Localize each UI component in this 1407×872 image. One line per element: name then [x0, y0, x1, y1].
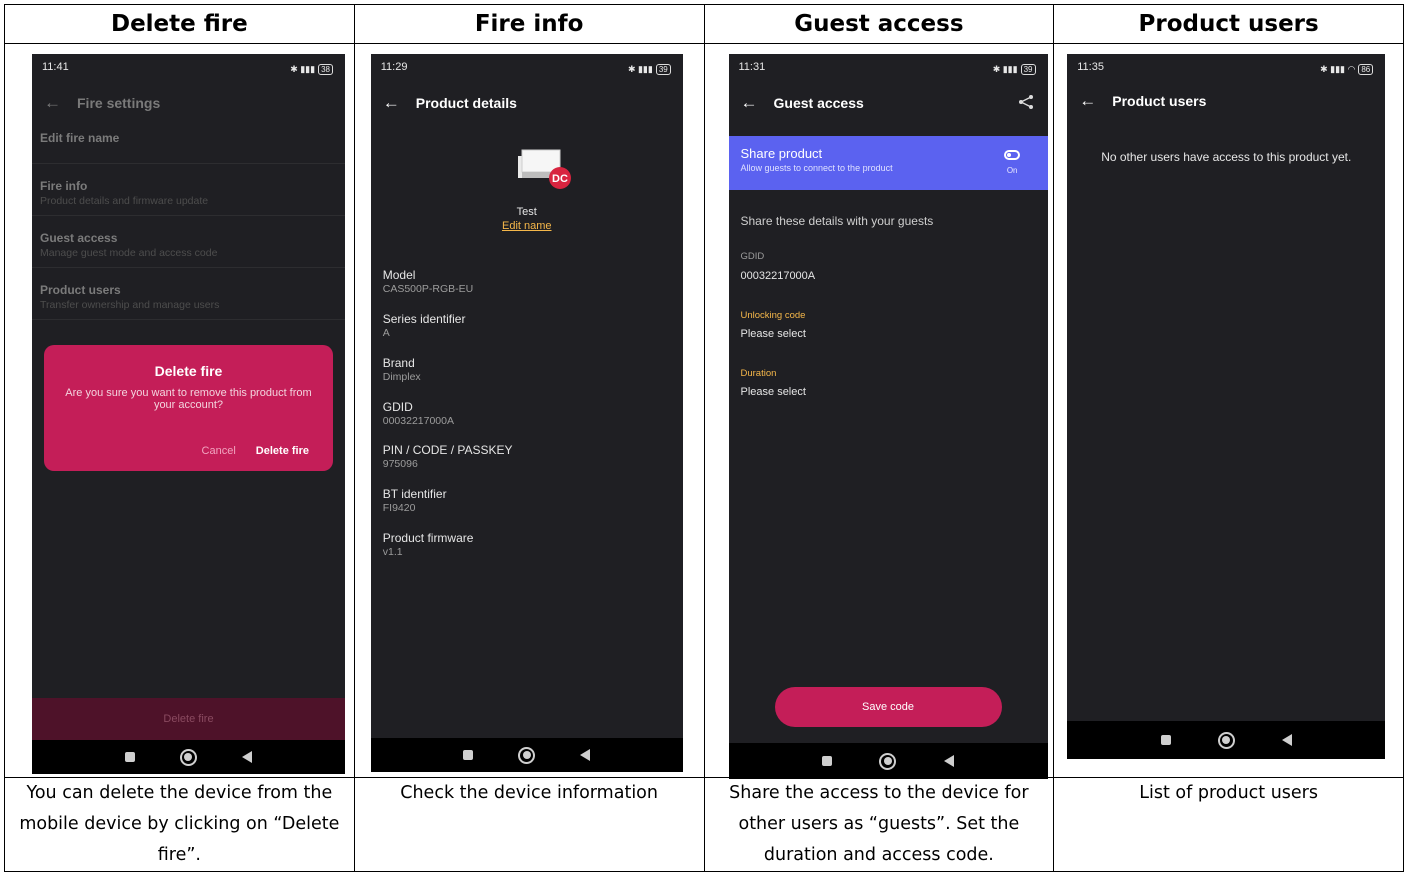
app-bar: ← Guest access	[741, 90, 1036, 116]
settings-menu: Edit fire name Fire info Product details…	[32, 126, 345, 320]
back-icon[interactable]	[943, 755, 954, 767]
save-code-button[interactable]: Save code	[774, 687, 1002, 727]
system-nav-bar	[370, 738, 683, 772]
back-icon[interactable]	[580, 749, 591, 761]
gdid-label: GDID	[740, 251, 765, 262]
home-icon[interactable]	[179, 748, 197, 766]
status-bar: 11:31 ✱ ▮▮▮ 39	[739, 61, 1036, 77]
phone-screen-product-users: 11:35 ✱ ▮▮▮ ◠ 86 ← Product users No other…	[1067, 54, 1386, 759]
phone-screen-fire-info: 11:29 ✱ ▮▮▮ 39 ← Product details DC Test …	[370, 54, 683, 772]
field-brand: Brand Dimplex	[382, 356, 421, 383]
recents-icon[interactable]	[1160, 735, 1171, 745]
app-bar: ← Product details	[383, 90, 671, 116]
delete-dialog: Delete fire Are you sure you want to rem…	[44, 345, 333, 471]
phone-screen-delete-fire: 11:41 ✱ ▮▮▮ 38 ← Fire settings Edit fire …	[32, 54, 345, 774]
back-icon[interactable]	[242, 751, 253, 763]
toggle-label: On	[1006, 166, 1018, 175]
dialog-message: Are you sure you want to remove this pro…	[65, 387, 312, 411]
caption-delete-fire: You can delete the device from the mobil…	[4, 777, 355, 872]
screenshot-cell-product-users: 11:35 ✱ ▮▮▮ ◠ 86 ← Product users No other…	[1053, 43, 1404, 778]
home-icon[interactable]	[518, 746, 536, 764]
duration-select[interactable]: Please select	[741, 386, 806, 398]
back-arrow-icon[interactable]: ←	[741, 93, 758, 113]
share-product-row[interactable]: Share product Allow guests to connect to…	[728, 136, 1048, 190]
share-product-subtitle: Allow guests to connect to the product	[740, 163, 893, 173]
menu-item-fire-info[interactable]: Fire info Product details and firmware u…	[32, 164, 345, 216]
phone-screen-guest-access: 11:31 ✱ ▮▮▮ 39 ← Guest access Share produ…	[728, 54, 1048, 779]
menu-item-guest-access[interactable]: Guest access Manage guest mode and acces…	[32, 216, 345, 268]
menu-item-product-users[interactable]: Product users Transfer ownership and man…	[32, 268, 345, 320]
page-title: Product users	[1112, 93, 1207, 109]
share-icon[interactable]	[1018, 94, 1034, 110]
unlocking-code-select[interactable]: Please select	[741, 328, 806, 340]
comparison-table: Delete fire Fire info Guest access Produ…	[4, 4, 1404, 872]
recents-icon[interactable]	[124, 752, 135, 762]
battery-icon: 39	[1020, 63, 1036, 75]
home-icon[interactable]	[879, 752, 897, 770]
signal-icon: ✱ ▮▮▮	[992, 63, 1018, 74]
status-time: 11:29	[380, 61, 408, 73]
status-bar: 11:35 ✱ ▮▮▮ ◠ 86	[1077, 61, 1374, 77]
screenshot-cell-fire-info: 11:29 ✱ ▮▮▮ 39 ← Product details DC Test …	[353, 43, 705, 778]
share-product-title: Share product	[740, 146, 823, 161]
system-nav-bar	[1067, 721, 1386, 759]
field-series-identifier: Series identifier A	[382, 312, 466, 339]
app-bar: ← Product users	[1079, 88, 1373, 114]
back-arrow-icon[interactable]: ←	[383, 93, 400, 113]
edit-name-link[interactable]: Edit name	[371, 220, 683, 232]
menu-item-edit-fire-name[interactable]: Edit fire name	[32, 126, 345, 164]
dialog-title: Delete fire	[154, 363, 223, 379]
product-name: Test	[516, 206, 537, 218]
column-header-fire-info: Fire info	[353, 4, 705, 44]
caption-guest-access: Share the access to the device for other…	[703, 777, 1055, 872]
field-gdid: GDID 00032217000A	[382, 400, 454, 427]
back-arrow-icon[interactable]: ←	[1079, 91, 1096, 111]
page-title: Guest access	[773, 95, 864, 111]
status-time: 11:31	[738, 61, 766, 73]
page-title: Fire settings	[77, 95, 161, 111]
svg-text:DC: DC	[552, 173, 568, 185]
share-heading: Share these details with your guests	[740, 214, 934, 228]
screenshot-cell-guest-access: 11:31 ✱ ▮▮▮ 39 ← Guest access Share produ…	[703, 43, 1055, 779]
page-title: Product details	[415, 95, 517, 111]
column-header-guest-access: Guest access	[703, 4, 1055, 44]
battery-icon: 38	[318, 63, 333, 75]
field-product-firmware: Product firmware v1.1	[382, 531, 474, 558]
signal-icon: ✱ ▮▮▮	[627, 63, 653, 74]
status-bar: 11:41 ✱ ▮▮▮ 38	[42, 61, 333, 77]
back-arrow-icon[interactable]: ←	[44, 93, 61, 113]
column-header-delete-fire: Delete fire	[4, 4, 355, 44]
app-bar: ← Fire settings	[44, 90, 333, 116]
column-header-product-users: Product users	[1053, 4, 1404, 44]
caption-product-users: List of product users	[1053, 777, 1404, 872]
recents-icon[interactable]	[463, 750, 474, 760]
share-toggle[interactable]	[1003, 150, 1020, 160]
status-time: 11:35	[1077, 61, 1104, 73]
delete-fire-button[interactable]: Delete fire	[32, 698, 345, 740]
system-nav-bar	[32, 740, 345, 774]
field-model: Model CAS500P-RGB-EU	[382, 268, 474, 295]
recents-icon[interactable]	[822, 756, 833, 766]
field-bt-identifier: BT identifier FI9420	[382, 487, 447, 514]
confirm-delete-button[interactable]: Delete fire	[256, 445, 309, 457]
empty-users-message: No other users have access to this produ…	[1101, 150, 1352, 164]
duration-label: Duration	[740, 368, 777, 379]
product-image-icon: DC	[517, 149, 571, 189]
battery-icon: 86	[1358, 63, 1374, 75]
screenshot-cell-delete-fire: 11:41 ✱ ▮▮▮ 38 ← Fire settings Edit fire …	[4, 43, 355, 778]
system-nav-bar	[728, 743, 1048, 779]
status-bar: 11:29 ✱ ▮▮▮ 39	[381, 61, 671, 77]
field-pin-code: PIN / CODE / PASSKEY 975096	[382, 443, 513, 470]
signal-icon: ✱ ▮▮▮	[290, 63, 316, 74]
back-icon[interactable]	[1281, 734, 1292, 746]
status-time: 11:41	[42, 61, 69, 73]
cancel-button[interactable]: Cancel	[202, 445, 236, 457]
unlocking-code-label: Unlocking code	[740, 310, 806, 321]
gdid-value: 00032217000A	[740, 270, 816, 282]
caption-fire-info: Check the device information	[353, 777, 705, 872]
battery-icon: 39	[655, 63, 671, 75]
signal-icon: ✱ ▮▮▮ ◠	[1320, 63, 1356, 74]
home-icon[interactable]	[1217, 731, 1235, 749]
